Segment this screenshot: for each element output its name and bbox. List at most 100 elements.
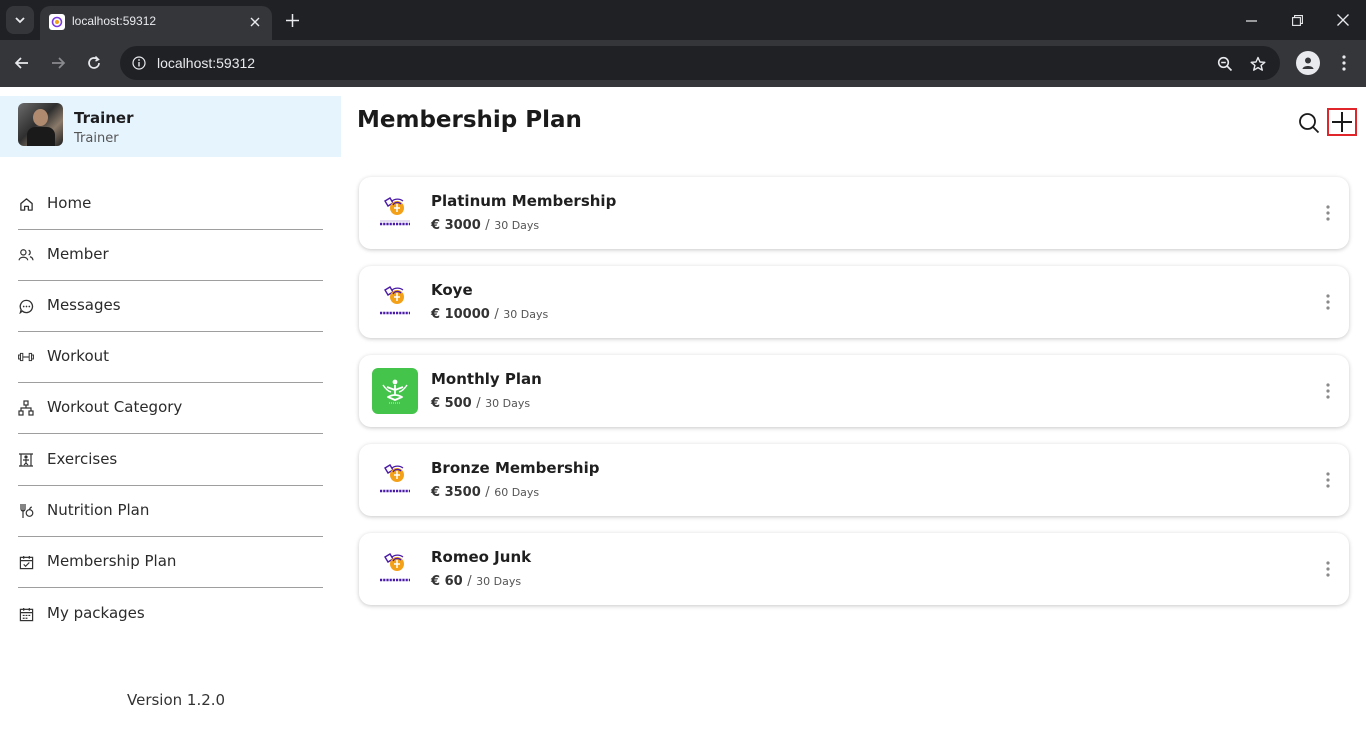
sidebar-item-label: Workout Category [47, 398, 183, 416]
tab-title: localhost:59312 [72, 14, 157, 28]
address-bar[interactable]: localhost:59312 [120, 46, 1280, 80]
plan-options-button[interactable] [1321, 292, 1335, 312]
sidebar-item-member[interactable]: Member [18, 230, 323, 281]
sidebar: Trainer Trainer Home Member Messages Wor… [0, 87, 341, 729]
kebab-menu-icon [1326, 383, 1330, 399]
add-plan-button[interactable] [1327, 108, 1357, 136]
plan-card[interactable]: Romeo Junk € 60 / 30 Days [359, 533, 1349, 605]
plan-price-line: € 3500 / 60 Days [431, 485, 539, 500]
tab-search-button[interactable] [6, 6, 34, 34]
user-profile[interactable]: Trainer Trainer [0, 96, 341, 157]
close-tab-icon[interactable] [246, 13, 264, 31]
plan-options-button[interactable] [1321, 470, 1335, 490]
sidebar-item-label: Member [47, 245, 109, 263]
sidebar-item-my-packages[interactable]: My packages [18, 589, 323, 640]
crossfit-logo [372, 546, 418, 592]
site-info-icon[interactable] [130, 54, 148, 72]
plan-card[interactable]: Platinum Membership € 3000 / 30 Days [359, 177, 1349, 249]
reload-icon [88, 55, 100, 69]
reload-button[interactable] [81, 50, 107, 76]
arrow-left-icon [14, 57, 28, 69]
price-separator: / [476, 396, 481, 411]
minimize-button[interactable] [1228, 6, 1274, 34]
plan-options-button[interactable] [1321, 203, 1335, 223]
yoga-logo [372, 368, 418, 414]
chevron-down-icon [15, 17, 25, 24]
avatar [18, 103, 63, 146]
home-icon [18, 196, 34, 212]
browser-tab[interactable]: localhost:59312 [40, 6, 272, 40]
kebab-menu-icon [1326, 561, 1330, 577]
plan-duration: 30 Days [476, 575, 522, 588]
kebab-menu-icon [1326, 294, 1330, 310]
close-window-button[interactable] [1320, 6, 1366, 34]
person-icon [1302, 57, 1314, 69]
dumbbell-icon [18, 349, 34, 365]
price-separator: / [467, 574, 472, 589]
price-separator: / [494, 307, 499, 322]
arrow-right-icon [52, 57, 66, 69]
app-version: Version 1.2.0 [127, 691, 226, 709]
sidebar-item-nutrition-plan[interactable]: Nutrition Plan [18, 486, 323, 537]
search-icon [1299, 113, 1320, 134]
plan-price-line: € 3000 / 30 Days [431, 218, 539, 233]
plan-price: € 60 [431, 574, 463, 589]
price-separator: / [485, 218, 490, 233]
sidebar-item-workout-category[interactable]: Workout Category [18, 383, 323, 434]
plan-name: Koye [431, 281, 473, 299]
sidebar-item-workout[interactable]: Workout [18, 332, 323, 383]
plan-duration: 30 Days [485, 397, 531, 410]
plan-price-line: € 10000 / 30 Days [431, 307, 548, 322]
browser-tab-bar: localhost:59312 [0, 0, 1366, 40]
new-tab-button[interactable] [281, 9, 303, 31]
sidebar-item-label: Exercises [47, 450, 118, 468]
sidebar-item-home[interactable]: Home [18, 179, 323, 230]
plan-duration: 30 Days [494, 219, 540, 232]
favicon-icon [49, 14, 65, 30]
main-content: Membership Plan Platinum Membership € 30… [341, 87, 1366, 729]
nutrition-icon [18, 503, 34, 519]
sidebar-item-messages[interactable]: Messages [18, 281, 323, 332]
sidebar-item-membership-plan[interactable]: Membership Plan [18, 537, 323, 588]
plan-price: € 3500 [431, 485, 481, 500]
calendar-check-icon [18, 554, 34, 570]
plus-icon [285, 13, 299, 27]
sidebar-item-label: Nutrition Plan [47, 501, 150, 519]
url-text: localhost:59312 [157, 55, 256, 71]
plan-card[interactable]: Bronze Membership € 3500 / 60 Days [359, 444, 1349, 516]
zoom-icon[interactable] [1214, 53, 1236, 75]
crossfit-logo [372, 190, 418, 236]
plan-price-line: € 60 / 30 Days [431, 574, 521, 589]
minimize-icon [1245, 19, 1257, 22]
plan-name: Romeo Junk [431, 548, 532, 566]
users-icon [18, 247, 34, 263]
plan-price-line: € 500 / 30 Days [431, 396, 530, 411]
price-separator: / [485, 485, 490, 500]
plan-price: € 500 [431, 396, 472, 411]
sidebar-item-label: Workout [47, 347, 110, 365]
browser-profile-button[interactable] [1296, 51, 1320, 75]
plan-options-button[interactable] [1321, 381, 1335, 401]
browser-menu-button[interactable] [1332, 51, 1356, 75]
restore-button[interactable] [1274, 6, 1320, 34]
sidebar-item-exercises[interactable]: Exercises [18, 435, 323, 486]
kebab-menu-icon [1342, 55, 1346, 71]
close-icon [1337, 14, 1349, 26]
plan-price: € 10000 [431, 307, 490, 322]
kebab-menu-icon [1326, 205, 1330, 221]
page-title: Membership Plan [357, 107, 582, 133]
plan-card[interactable]: Monthly Plan € 500 / 30 Days [359, 355, 1349, 427]
plan-options-button[interactable] [1321, 559, 1335, 579]
back-button[interactable] [9, 50, 35, 76]
plus-icon [1332, 112, 1352, 132]
sidebar-item-label: Membership Plan [47, 552, 177, 570]
exercise-icon [18, 452, 34, 468]
forward-button[interactable] [45, 50, 71, 76]
plan-card[interactable]: Koye € 10000 / 30 Days [359, 266, 1349, 338]
hierarchy-icon [18, 400, 34, 416]
search-button[interactable] [1297, 111, 1321, 135]
plan-name: Monthly Plan [431, 370, 542, 388]
crossfit-logo [372, 279, 418, 325]
restore-icon [1291, 14, 1303, 26]
bookmark-star-icon[interactable] [1247, 53, 1269, 75]
